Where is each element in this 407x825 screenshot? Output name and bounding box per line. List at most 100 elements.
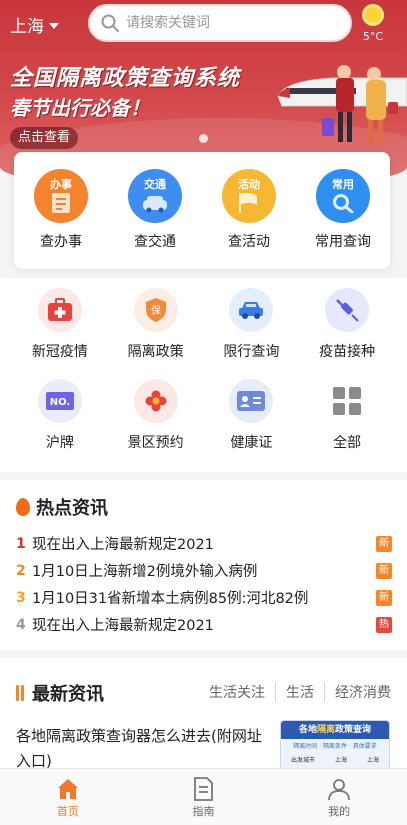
svg-text:保: 保	[151, 304, 161, 317]
service-health-cert[interactable]: 健康证	[211, 369, 291, 452]
news-headline: 1月10日31省新增本土病例85例:河北82例	[32, 591, 309, 607]
quick-action-affairs[interactable]: 办事 查办事	[21, 169, 101, 269]
list-item[interactable]: 1 现在出入上海最新规定2021 新	[16, 530, 392, 557]
rank-number: 2	[16, 562, 26, 579]
service-all[interactable]: 全部	[307, 369, 387, 452]
search-icon	[101, 14, 119, 32]
city-selector[interactable]: 上海	[10, 12, 59, 37]
service-license-plate[interactable]: NO. 沪牌	[20, 369, 100, 452]
medical-kit-icon	[37, 288, 82, 332]
search-input[interactable]	[126, 15, 326, 31]
thumb-from-label: 出发城市	[290, 757, 315, 764]
search-icon: 常用	[316, 169, 370, 223]
latest-news-section: 最新资讯 生活关注 生活 经济消费 各地隔离政策查询器怎么进去(附网址入口) 各…	[0, 658, 407, 770]
id-card-icon	[229, 379, 274, 423]
tab-economy[interactable]: 经济消费	[324, 682, 391, 702]
user-icon	[299, 775, 379, 803]
hot-news-list: 1 现在出入上海最新规定2021 新 2 1月10日上海新增2例境外输入病例 新…	[16, 530, 392, 638]
city-name: 上海	[10, 17, 44, 37]
nav-home[interactable]: 首页	[28, 769, 108, 825]
article-thumbnail[interactable]: 各地隔离政策查询 隔离时间 · 隔离条件 · 具体要求 出发城市 上海 上海	[280, 720, 390, 770]
rank-number: 4	[16, 616, 26, 633]
quick-action-tag: 交通	[144, 178, 166, 191]
latest-news-title: 最新资讯	[32, 684, 104, 705]
nav-label: 首页	[56, 805, 79, 818]
tab-life[interactable]: 生活	[275, 682, 324, 702]
caret-down-icon	[49, 22, 59, 29]
thumb-title-highlight: 隔离	[316, 725, 335, 735]
news-headline: 现在出入上海最新规定2021	[32, 537, 214, 553]
thumb-row: 出发城市 上海 上海	[281, 755, 389, 764]
service-label: 隔离政策	[127, 344, 184, 360]
bottom-nav: 首页 指南 我的	[0, 768, 407, 825]
services-row: NO. 沪牌 景区预约 健康证 全部	[0, 369, 407, 452]
status-badge: 新	[376, 562, 392, 579]
service-covid[interactable]: 新冠疫情	[20, 278, 100, 361]
guide-icon	[163, 775, 243, 803]
service-label: 新冠疫情	[31, 344, 88, 360]
shield-icon: 保	[133, 288, 178, 332]
list-item[interactable]: 2 1月10日上海新增2例境外输入病例 新	[16, 557, 392, 584]
tab-life-focus[interactable]: 生活关注	[209, 682, 275, 702]
banner-view-button[interactable]: 点击查看	[10, 127, 79, 149]
thumb-from-value: 上海	[334, 757, 347, 764]
section-title: 最新资讯	[16, 680, 104, 706]
travelers-illustration	[277, 65, 407, 144]
quick-action-events[interactable]: 活动 查活动	[209, 169, 289, 269]
news-headline: 现在出入上海最新规定2021	[32, 618, 214, 634]
nav-label: 指南	[192, 805, 215, 818]
list-item[interactable]: 4 现在出入上海最新规定2021 热	[16, 611, 392, 638]
hot-news-title: 热点资讯	[36, 498, 108, 519]
article-title[interactable]: 各地隔离政策查询器怎么进去(附网址入口)	[16, 724, 268, 774]
status-badge: 新	[376, 535, 392, 552]
service-vaccine[interactable]: 疫苗接种	[307, 278, 387, 361]
grid-icon	[325, 379, 369, 423]
weather-widget: 5°C	[356, 4, 390, 43]
nav-label: 我的	[328, 805, 351, 818]
quick-action-traffic[interactable]: 交通 查交通	[115, 169, 195, 269]
latest-news-tabs: 生活关注 生活 经济消费	[209, 682, 391, 702]
sun-icon	[362, 4, 384, 26]
home-icon	[28, 775, 108, 803]
quick-action-label: 查活动	[228, 234, 270, 250]
flame-icon	[16, 498, 30, 516]
thumb-subtitle: 隔离时间 · 隔离条件 · 具体要求	[293, 743, 377, 750]
service-label: 沪牌	[45, 435, 74, 451]
carousel-indicator[interactable]	[199, 134, 208, 143]
service-label: 景区预约	[127, 435, 184, 451]
service-label: 疫苗接种	[319, 344, 376, 360]
license-plate-icon: NO.	[37, 379, 82, 423]
nav-guide[interactable]: 指南	[163, 769, 243, 825]
list-item[interactable]: 3 1月10日31省新增本土病例85例:河北82例 新	[16, 584, 392, 611]
thumb-to-value: 上海	[366, 757, 379, 764]
quick-action-label: 查交通	[134, 234, 176, 250]
car-icon: 交通	[128, 169, 182, 223]
syringe-icon	[325, 288, 370, 332]
service-label: 限行查询	[223, 344, 280, 360]
document-icon: 办事	[34, 169, 88, 223]
news-headline: 1月10日上海新增2例境外输入病例	[32, 564, 258, 580]
service-quarantine-policy[interactable]: 保 隔离政策	[116, 278, 196, 361]
quick-action-tag: 常用	[332, 178, 354, 191]
quick-action-common[interactable]: 常用 常用查询	[303, 169, 383, 269]
quick-action-tag: 活动	[238, 178, 260, 191]
nav-profile[interactable]: 我的	[299, 769, 379, 825]
status-badge: 新	[376, 589, 392, 606]
quick-action-tag: 办事	[50, 178, 72, 191]
service-label: 健康证	[230, 435, 273, 451]
section-title: 热点资讯	[16, 494, 108, 520]
hot-news-section: 热点资讯 1 现在出入上海最新规定2021 新 2 1月10日上海新增2例境外输…	[0, 480, 407, 650]
quick-action-label: 查办事	[40, 234, 82, 250]
services-row: 新冠疫情 保 隔离政策 限行查询 疫苗接种	[0, 278, 407, 361]
quick-action-label: 常用查询	[315, 234, 371, 250]
rank-number: 3	[16, 589, 26, 606]
search-bar[interactable]	[88, 4, 352, 42]
section-bars-icon	[16, 685, 24, 701]
service-scenic-booking[interactable]: 景区预约	[116, 369, 196, 452]
flag-icon: 活动	[222, 169, 276, 223]
quick-actions-card: 办事 查办事 交通 查交通 活动 查活动 常用 常用查询	[14, 152, 390, 269]
banner-headline: 全国隔离政策查询系统	[10, 66, 241, 91]
service-label: 全部	[333, 435, 362, 451]
service-traffic-restriction[interactable]: 限行查询	[211, 278, 291, 361]
services-grid: 新冠疫情 保 隔离政策 限行查询 疫苗接种 NO. 沪牌 景区预约 健康证 全部	[0, 278, 407, 472]
